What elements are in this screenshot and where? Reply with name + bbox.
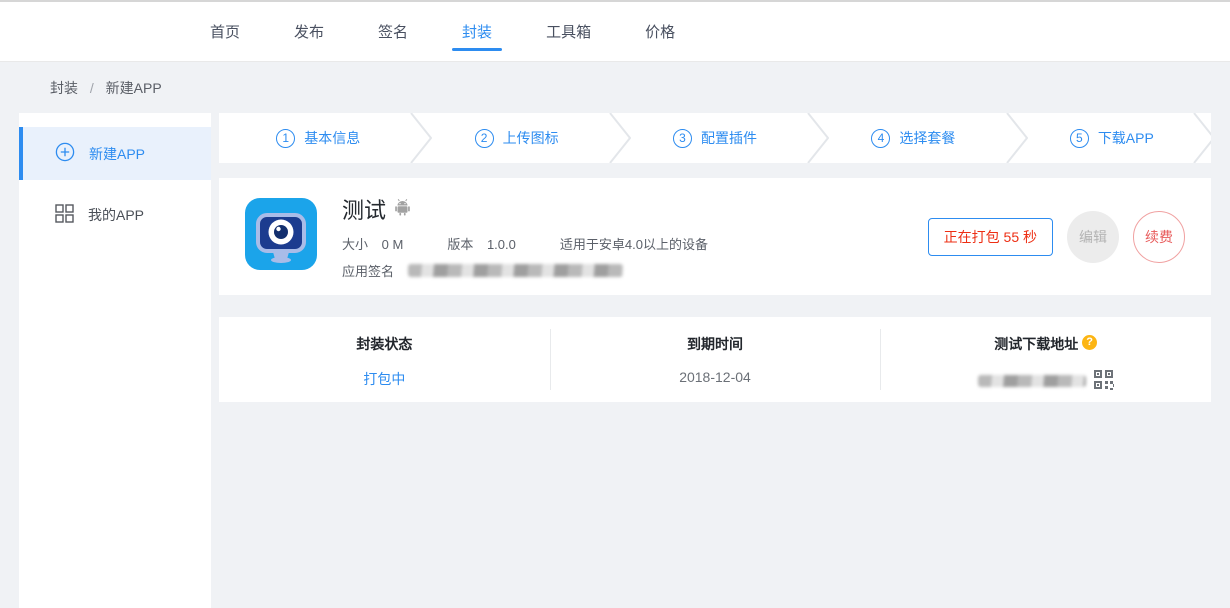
nav-item-price[interactable]: 价格 bbox=[635, 2, 685, 62]
breadcrumb-section[interactable]: 封装 bbox=[50, 80, 78, 96]
nav-item-home[interactable]: 首页 bbox=[200, 2, 250, 62]
status-col-expiry: 到期时间 2018-12-04 bbox=[550, 317, 881, 402]
step-label: 基本信息 bbox=[304, 128, 360, 148]
nav-item-package[interactable]: 封装 bbox=[452, 2, 502, 62]
main-layout: 新建APP 我的APP 1 基本信息 2 上传图标 3 配置插件 bbox=[0, 113, 1230, 608]
plus-circle-icon bbox=[55, 142, 75, 165]
status-card: 封装状态 打包中 到期时间 2018-12-04 测试下载地址 ? bbox=[219, 317, 1211, 402]
app-card: 测试 bbox=[219, 178, 1211, 295]
grid-icon bbox=[55, 204, 74, 226]
app-signature-label: 应用签名 bbox=[342, 261, 394, 280]
sidebar-item-my-app[interactable]: 我的APP bbox=[19, 188, 211, 241]
app-size-value: 0 M bbox=[382, 237, 404, 252]
renew-button[interactable]: 续费 bbox=[1133, 211, 1185, 263]
download-header-text: 测试下载地址 bbox=[994, 336, 1078, 352]
breadcrumb-separator: / bbox=[90, 80, 94, 96]
status-col-package-state: 封装状态 打包中 bbox=[219, 317, 550, 402]
status-col-download: 测试下载地址 ? bbox=[880, 317, 1211, 402]
question-icon[interactable]: ? bbox=[1082, 335, 1097, 350]
android-icon bbox=[394, 198, 411, 221]
step-label: 下载APP bbox=[1098, 128, 1154, 148]
step-number-badge: 1 bbox=[276, 129, 295, 148]
redacted-download-url bbox=[978, 375, 1086, 387]
step-label: 上传图标 bbox=[503, 128, 559, 148]
step-download-app[interactable]: 5 下载APP bbox=[1013, 113, 1211, 163]
chevron-right-icon bbox=[410, 113, 432, 163]
step-number-badge: 3 bbox=[673, 129, 692, 148]
expiry-date-value: 2018-12-04 bbox=[550, 369, 881, 385]
app-actions: 正在打包 55 秒 编辑 续费 bbox=[928, 211, 1185, 263]
qrcode-icon[interactable] bbox=[1093, 369, 1114, 393]
app-title: 测试 bbox=[342, 193, 386, 225]
breadcrumb: 封装 / 新建APP bbox=[0, 62, 1230, 113]
sidebar-item-label: 新建APP bbox=[89, 144, 145, 164]
app-icon bbox=[245, 198, 317, 275]
top-navigation: 首页 发布 签名 封装 工具箱 价格 bbox=[0, 0, 1230, 62]
chevron-right-icon bbox=[1193, 113, 1211, 163]
step-basic-info[interactable]: 1 基本信息 bbox=[219, 113, 417, 163]
step-number-badge: 2 bbox=[475, 129, 494, 148]
nav-item-publish[interactable]: 发布 bbox=[284, 2, 334, 62]
nav-item-sign[interactable]: 签名 bbox=[368, 2, 418, 62]
app-version-label: 版本 bbox=[447, 237, 473, 252]
step-number-badge: 4 bbox=[871, 129, 890, 148]
step-label: 配置插件 bbox=[701, 128, 757, 148]
sidebar: 新建APP 我的APP bbox=[19, 113, 211, 608]
chevron-right-icon bbox=[609, 113, 631, 163]
app-version-value: 1.0.0 bbox=[487, 237, 516, 252]
app-compatibility: 适用于安卓4.0以上的设备 bbox=[560, 234, 708, 253]
main-content: 1 基本信息 2 上传图标 3 配置插件 4 选择套餐 5 下载APP bbox=[219, 113, 1211, 608]
packing-status-button[interactable]: 正在打包 55 秒 bbox=[928, 218, 1053, 256]
sidebar-item-new-app[interactable]: 新建APP bbox=[19, 127, 211, 180]
edit-button[interactable]: 编辑 bbox=[1067, 211, 1119, 263]
chevron-right-icon bbox=[807, 113, 829, 163]
breadcrumb-current: 新建APP bbox=[106, 80, 162, 96]
app-info: 测试 bbox=[342, 193, 928, 280]
step-configure-plugins[interactable]: 3 配置插件 bbox=[616, 113, 814, 163]
app-size-label: 大小 bbox=[342, 237, 368, 252]
status-header: 到期时间 bbox=[550, 334, 881, 354]
redacted-signature-value bbox=[408, 264, 623, 277]
status-header: 封装状态 bbox=[219, 334, 550, 354]
steps-bar: 1 基本信息 2 上传图标 3 配置插件 4 选择套餐 5 下载APP bbox=[219, 113, 1211, 163]
chevron-right-icon bbox=[1006, 113, 1028, 163]
step-number-badge: 5 bbox=[1070, 129, 1089, 148]
step-choose-plan[interactable]: 4 选择套餐 bbox=[814, 113, 1012, 163]
step-label: 选择套餐 bbox=[899, 128, 955, 148]
package-state-value[interactable]: 打包中 bbox=[219, 369, 550, 389]
step-upload-icon[interactable]: 2 上传图标 bbox=[417, 113, 615, 163]
status-header: 测试下载地址 ? bbox=[880, 334, 1211, 354]
sidebar-item-label: 我的APP bbox=[88, 205, 144, 225]
nav-item-toolbox[interactable]: 工具箱 bbox=[536, 2, 601, 62]
